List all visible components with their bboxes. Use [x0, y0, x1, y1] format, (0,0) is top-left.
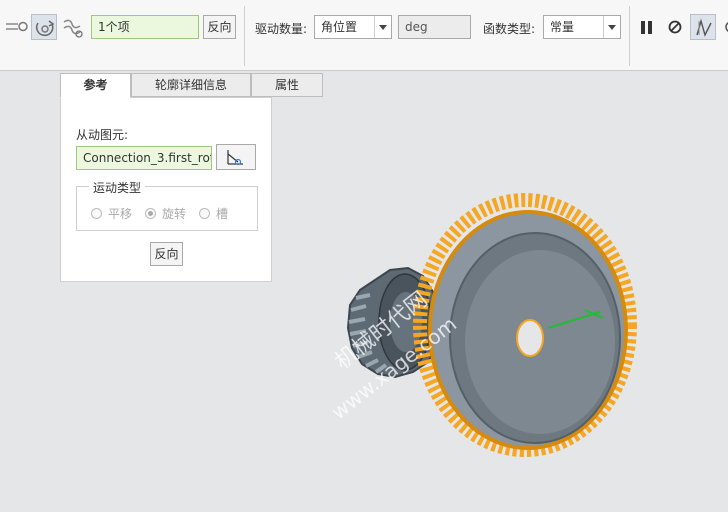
driver-quantity-label: 驱动数量: — [255, 22, 308, 36]
references-panel: 从动图元: Connection_3.first_rot 运动类型 平移 旋转 … — [60, 97, 272, 282]
tab-properties[interactable]: 属性 — [251, 73, 323, 97]
radio-translation[interactable]: 平移 — [91, 205, 132, 222]
driven-entity-field[interactable]: Connection_3.first_rot — [76, 146, 212, 170]
select-entity-button[interactable] — [216, 144, 256, 170]
ribbon-separator — [244, 6, 245, 66]
radio-indicator — [199, 208, 210, 219]
radio-slot[interactable]: 槽 — [199, 205, 228, 222]
motor-rotation-icon[interactable] — [31, 14, 57, 40]
pause-icon[interactable] — [634, 14, 660, 40]
reference-field[interactable]: 1个项 — [91, 15, 199, 39]
chevron-down-icon[interactable] — [374, 16, 391, 38]
motor-path-icon[interactable] — [60, 14, 86, 40]
radio-rotation[interactable]: 旋转 — [145, 205, 186, 222]
motion-type-group: 运动类型 平移 旋转 槽 — [76, 179, 258, 231]
radio-indicator — [91, 208, 102, 219]
radio-rotation-label: 旋转 — [162, 207, 187, 221]
function-type-select[interactable]: 常量 — [543, 15, 621, 39]
tab-references[interactable]: 参考 — [60, 73, 131, 98]
ribbon-flip-button[interactable]: 反向 — [203, 15, 236, 39]
chevron-down-icon[interactable] — [603, 16, 620, 38]
ribbon-toolbar: 1个项 反向 驱动数量: 角位置 deg 函数类型: 常量 — [0, 0, 728, 71]
function-type-value: 常量 — [550, 20, 575, 34]
motor-axis-icon[interactable] — [4, 14, 30, 40]
motion-type-legend: 运动类型 — [89, 179, 146, 196]
unit-field: deg — [398, 15, 471, 39]
more-icon[interactable] — [718, 14, 728, 40]
radio-translation-label: 平移 — [108, 207, 133, 221]
function-type-label: 函数类型: — [483, 22, 536, 36]
driver-quantity-select[interactable]: 角位置 — [314, 15, 392, 39]
sketch-icon[interactable] — [690, 14, 716, 40]
select-entity-icon — [227, 150, 243, 166]
driver-quantity-value: 角位置 — [321, 20, 358, 34]
ribbon-separator — [629, 6, 630, 66]
cancel-icon[interactable] — [662, 14, 688, 40]
radio-indicator — [145, 208, 156, 219]
panel-flip-button[interactable]: 反向 — [150, 242, 183, 266]
tab-profile-details[interactable]: 轮廓详细信息 — [131, 73, 251, 97]
driven-entity-label: 从动图元: — [76, 128, 129, 142]
radio-slot-label: 槽 — [216, 207, 229, 221]
